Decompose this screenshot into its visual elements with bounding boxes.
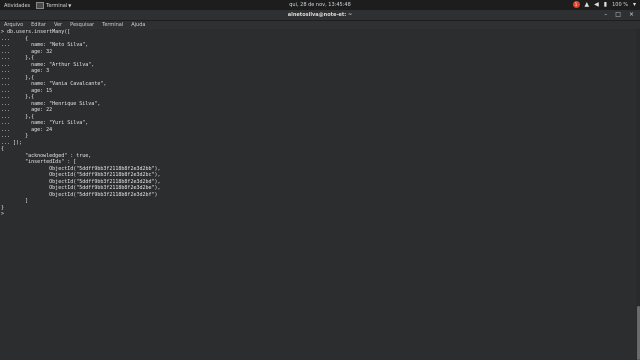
menu-terminal[interactable]: Terminal (102, 22, 123, 28)
maximize-button[interactable]: □ (615, 11, 621, 18)
menu-pesquisar[interactable]: Pesquisar (70, 22, 94, 28)
clock[interactable]: qui, 28 de nov, 13:45:48 (289, 2, 351, 8)
terminal-line: > (1, 211, 5, 217)
battery-level: 100 % (612, 1, 628, 8)
menu-arquivo[interactable]: Arquivo (4, 22, 23, 28)
battery-icon[interactable]: ▮ (604, 1, 607, 8)
menu-ver[interactable]: Ver (54, 22, 62, 28)
minimize-button[interactable]: – (604, 11, 607, 18)
network-icon[interactable]: ▲ (585, 1, 590, 8)
terminal-scrollbar[interactable] (636, 29, 640, 360)
menu-bar: Arquivo Editar Ver Pesquisar Terminal Aj… (0, 21, 640, 29)
volume-icon[interactable]: ◀ (594, 1, 599, 8)
screen-recorder-icon[interactable]: 1 (572, 1, 580, 8)
scrollbar-thumb[interactable] (636, 306, 640, 360)
system-menu-chevron-icon[interactable]: ▾ (633, 1, 636, 8)
terminal-output[interactable]: > db.users.insertMany([... {... name: "N… (0, 29, 636, 360)
window-titlebar[interactable]: alnetosilva@note-et: ~ – □ × (0, 10, 640, 21)
system-top-bar: Atividades Terminal▼ qui, 28 de nov, 13:… (0, 0, 640, 10)
menu-ajuda[interactable]: Ajuda (131, 22, 145, 28)
close-button[interactable]: × (629, 11, 634, 18)
menu-editar[interactable]: Editar (31, 22, 46, 28)
window-title: alnetosilva@note-et: ~ (287, 12, 353, 18)
